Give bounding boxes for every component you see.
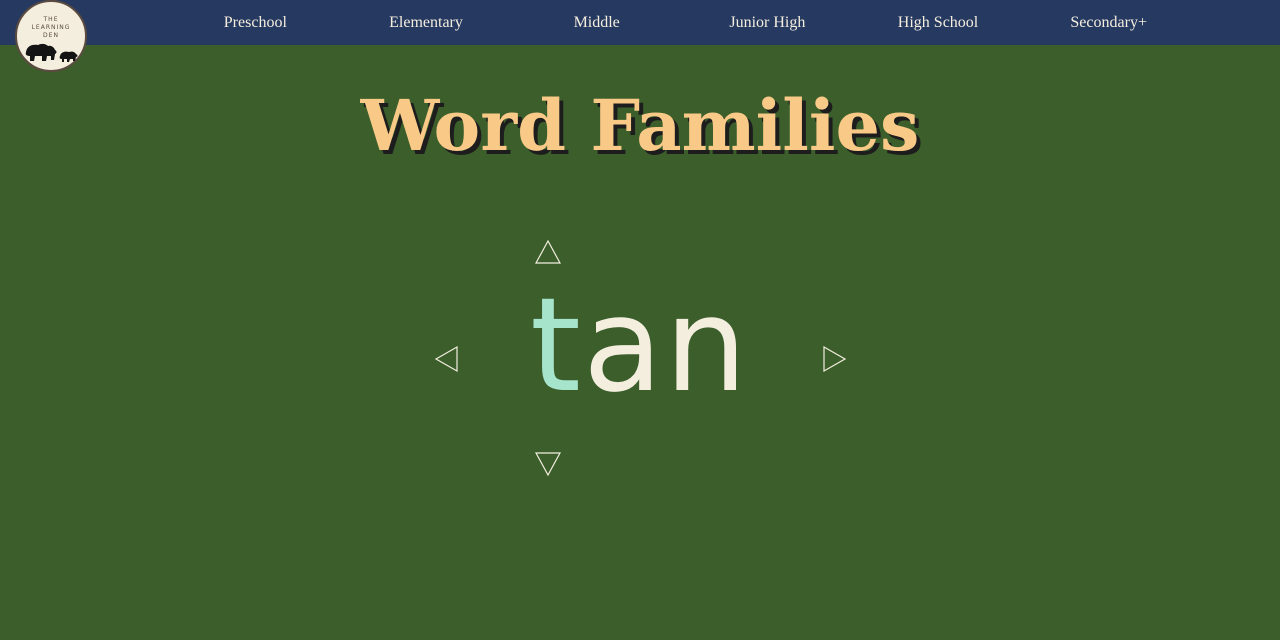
triangle-right-outline-icon[interactable] bbox=[820, 343, 848, 375]
logo-line-1: THE bbox=[43, 16, 59, 23]
nav-item-middle[interactable]: Middle bbox=[511, 0, 682, 45]
word-rime: an bbox=[582, 269, 750, 421]
triangle-down-outline-icon[interactable] bbox=[533, 450, 563, 478]
nav-item-preschool[interactable]: Preschool bbox=[170, 0, 341, 45]
learning-den-logo[interactable]: THE LEARNING DEN bbox=[15, 0, 87, 72]
bears-icon bbox=[25, 43, 78, 62]
word-onset: t bbox=[530, 269, 583, 421]
logo-line-3: DEN bbox=[43, 32, 59, 39]
top-navbar: Preschool Elementary Middle Junior High … bbox=[0, 0, 1280, 45]
page-title: Word Families bbox=[360, 84, 920, 167]
nav-item-elementary[interactable]: Elementary bbox=[341, 0, 512, 45]
triangle-left-outline-icon[interactable] bbox=[433, 343, 461, 375]
nav-item-junior-high[interactable]: Junior High bbox=[682, 0, 853, 45]
word-display: tan bbox=[530, 265, 749, 425]
nav-item-secondary-plus[interactable]: Secondary+ bbox=[1023, 0, 1194, 45]
nav-item-high-school[interactable]: High School bbox=[853, 0, 1024, 45]
nav-links: Preschool Elementary Middle Junior High … bbox=[170, 0, 1194, 45]
logo-line-2: LEARNING bbox=[31, 24, 71, 31]
logo-text: THE LEARNING DEN bbox=[17, 16, 85, 40]
triangle-up-outline-icon[interactable] bbox=[533, 238, 563, 266]
